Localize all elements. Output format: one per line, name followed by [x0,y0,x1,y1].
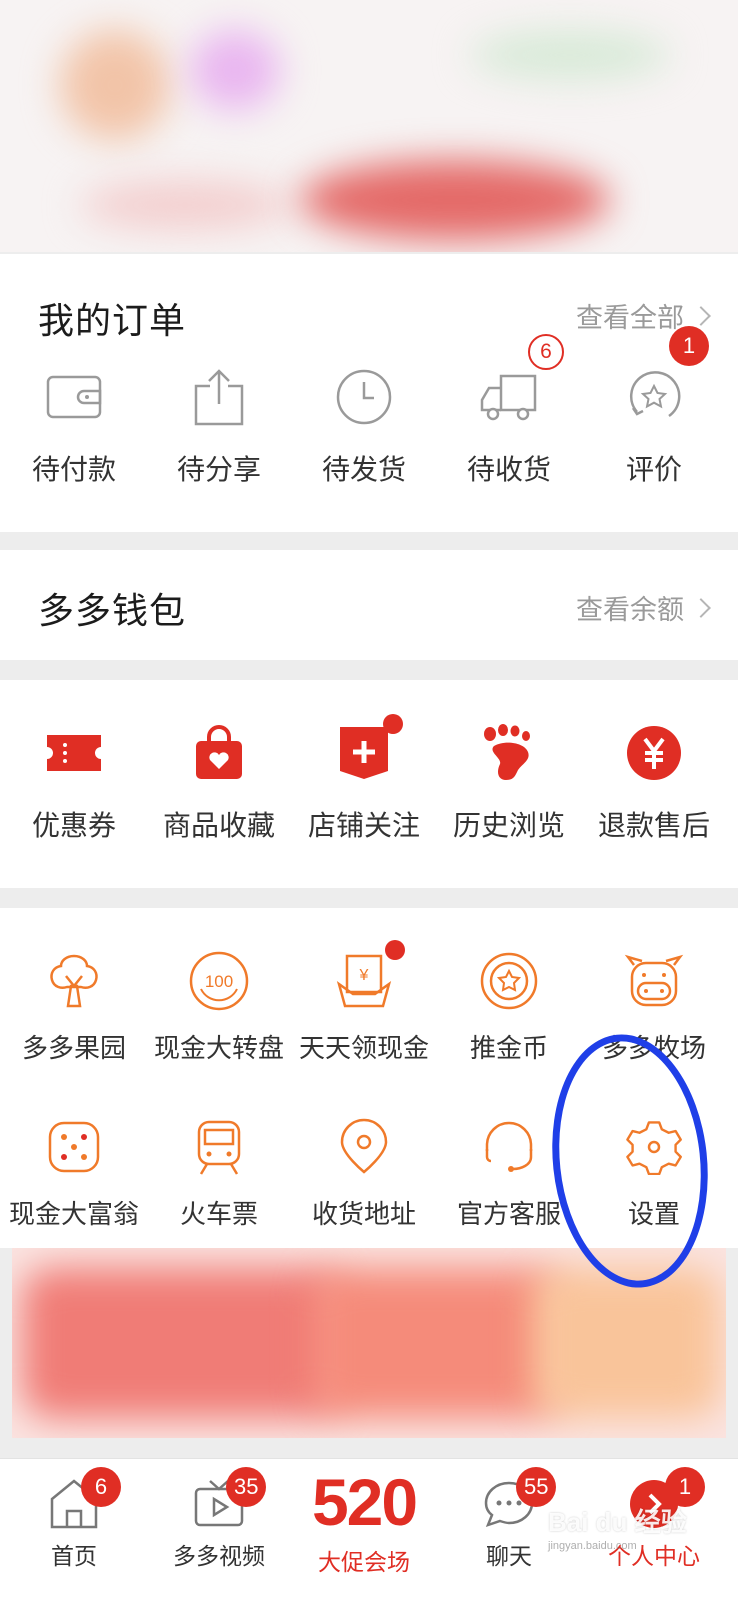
blurred-badge [190,30,280,110]
service-item-orchard[interactable]: 多多果园 [0,950,148,1065]
tab-badge: 1 [665,1467,705,1507]
footprint-icon [478,722,540,784]
chat-icon: 55 [482,1467,557,1531]
quick-item-refund[interactable]: 退款售后 [580,722,728,844]
order-item-label: 待收货 [466,453,551,486]
service-item-label: 官方客服 [456,1200,561,1230]
clock-icon [333,366,395,428]
promo-520-icon: 520 [311,1465,418,1539]
location-pin-icon [333,1116,395,1178]
coin-icon [478,950,540,1012]
tree-icon [43,950,105,1012]
service-item-label: 现金大转盘 [153,1034,284,1064]
service-item-cash-wheel[interactable]: 100 现金大转盘 [145,950,293,1065]
service-item-label: 收货地址 [311,1200,416,1230]
watermark-url: jingyan.baidu.com [548,1540,637,1552]
quick-item-label: 退款售后 [597,809,710,842]
avatar [60,30,170,140]
dice-icon [43,1116,105,1178]
order-item-label: 待分享 [176,453,261,486]
orders-card: 我的订单 查看全部 待付款 待分享 待发货 6 待收货 1 评价 [0,254,738,532]
blurred-header-item [470,30,670,80]
quick-item-history[interactable]: 历史浏览 [435,722,583,844]
service-item-coin-pusher[interactable]: 推金币 [435,950,583,1065]
service-item-label: 现金大富翁 [8,1200,139,1230]
headset-icon [478,1116,540,1178]
store-follow-icon [333,714,403,784]
refund-yen-icon [623,722,685,784]
wallet-view-balance-link[interactable]: 查看余额 [576,588,711,627]
tab-badge: 55 [516,1467,557,1507]
order-badge: 1 [669,326,709,366]
service-item-label: 天天领现金 [298,1034,429,1064]
order-item-pending-receipt[interactable]: 6 待收货 [435,334,583,488]
service-item-daily-cash[interactable]: ¥ 天天领现金 [290,940,438,1065]
tab-label: 大促会场 [318,1550,410,1576]
quick-item-label: 优惠券 [31,809,116,842]
train-icon [188,1116,250,1178]
order-item-pending-shipment[interactable]: 待发货 [290,366,438,488]
chevron-right-icon [691,597,711,618]
service-item-train-ticket[interactable]: 火车票 [145,1116,293,1231]
tab-label: 多多视频 [173,1544,265,1570]
home-icon: 6 [47,1467,121,1531]
video-icon: 35 [192,1467,267,1531]
service-item-address[interactable]: 收货地址 [290,1116,438,1231]
svg-text:100: 100 [205,972,233,991]
promo-blob [312,1268,562,1418]
blurred-primary-button[interactable] [300,160,610,240]
favorites-bag-icon [188,722,250,784]
svg-text:¥: ¥ [359,967,369,984]
quick-item-label: 历史浏览 [452,809,565,842]
blurred-button[interactable] [80,180,290,230]
service-item-label: 多多果园 [21,1034,126,1064]
share-icon [188,366,250,428]
tab-badge: 6 [81,1467,121,1507]
order-item-label: 待发货 [321,453,406,486]
order-item-label: 评价 [625,453,682,486]
quick-item-label: 商品收藏 [162,809,275,842]
coupon-icon [43,722,105,784]
watermark-logo: Bai du 经验 [548,1507,687,1537]
tab-label: 聊天 [486,1544,532,1570]
order-item-pending-share[interactable]: 待分享 [145,366,293,488]
promo-blob [532,1268,722,1418]
service-item-label: 推金币 [469,1034,548,1064]
quick-item-coupon[interactable]: 优惠券 [0,722,148,844]
service-item-monopoly[interactable]: 现金大富翁 [0,1116,148,1231]
cash-envelope-icon: ¥ [333,940,405,1012]
wheel-100-icon: 100 [188,950,250,1012]
quick-item-store-follow[interactable]: 店铺关注 [290,714,438,844]
wallet-title: 多多钱包 [38,591,187,632]
tab-badge: 35 [226,1467,267,1507]
order-item-pending-payment[interactable]: 待付款 [0,366,148,488]
quick-item-label: 店铺关注 [307,809,420,842]
chevron-right-icon [691,305,711,326]
promo-blob [22,1268,342,1418]
view-all-label: 查看全部 [576,303,684,334]
service-item-label: 火车票 [179,1200,258,1230]
tab-promo[interactable]: 520 大促会场 [290,1459,438,1600]
wallet-icon [43,366,105,428]
cow-icon [623,950,685,1012]
order-item-label: 待付款 [31,453,116,486]
orders-title: 我的订单 [38,301,187,342]
wallet-card[interactable]: 多多钱包 查看余额 [0,550,738,660]
order-item-review[interactable]: 1 评价 [580,326,728,488]
quick-actions-card: 优惠券 商品收藏 店铺关注 历史浏览 退款售后 [0,680,738,888]
quick-item-favorites[interactable]: 商品收藏 [145,722,293,844]
review-star-icon: 1 [623,326,709,428]
tab-home[interactable]: 6 首页 [0,1459,148,1600]
blurred-profile-header [0,0,738,252]
notification-dot [385,940,405,960]
tab-label: 首页 [51,1544,97,1570]
view-balance-label: 查看余额 [576,595,684,626]
truck-icon: 6 [478,334,564,428]
tab-videos[interactable]: 35 多多视频 [145,1459,293,1600]
notification-dot [383,714,403,734]
order-badge: 6 [528,334,564,370]
